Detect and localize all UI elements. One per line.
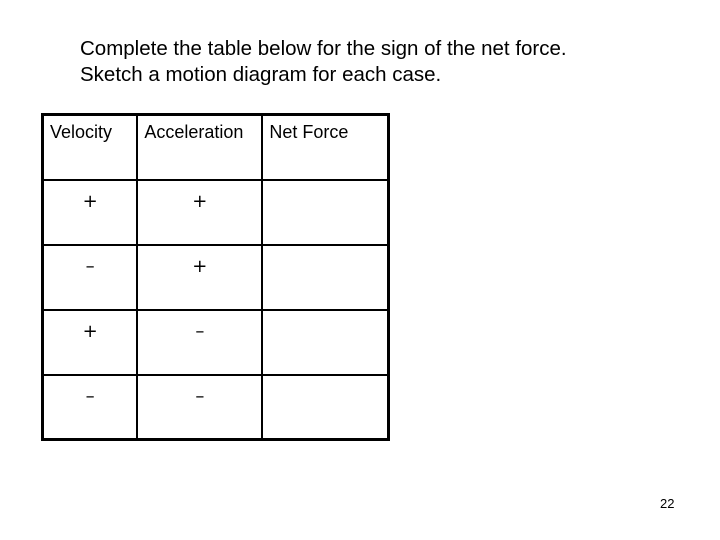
page-number: 22 xyxy=(660,496,675,511)
instruction-line-2: Sketch a motion diagram for each case. xyxy=(80,63,442,86)
velocity-sign: – xyxy=(41,243,139,311)
table-row: – + xyxy=(41,243,390,311)
net-force-cell[interactable] xyxy=(261,308,390,376)
table-row: – – xyxy=(41,373,390,441)
table-row: + + xyxy=(41,178,390,246)
header-velocity: Velocity xyxy=(41,113,139,181)
acceleration-sign: + xyxy=(136,178,264,246)
net-force-cell[interactable] xyxy=(261,178,390,246)
net-force-cell[interactable] xyxy=(261,243,390,311)
header-net-force: Net Force xyxy=(261,113,390,181)
instruction-line-1: Complete the table below for the sign of… xyxy=(80,37,567,60)
instructions: Complete the table below for the sign of… xyxy=(80,36,567,88)
net-force-cell[interactable] xyxy=(261,373,390,441)
acceleration-sign: – xyxy=(136,373,264,441)
velocity-sign: + xyxy=(41,178,139,246)
acceleration-sign: – xyxy=(136,308,264,376)
net-force-table: Velocity Acceleration Net Force + + – + … xyxy=(41,113,390,441)
velocity-sign: – xyxy=(41,373,139,441)
table-row: + – xyxy=(41,308,390,376)
header-acceleration: Acceleration xyxy=(136,113,264,181)
acceleration-sign: + xyxy=(136,243,264,311)
table-header-row: Velocity Acceleration Net Force xyxy=(41,113,390,181)
velocity-sign: + xyxy=(41,308,139,376)
